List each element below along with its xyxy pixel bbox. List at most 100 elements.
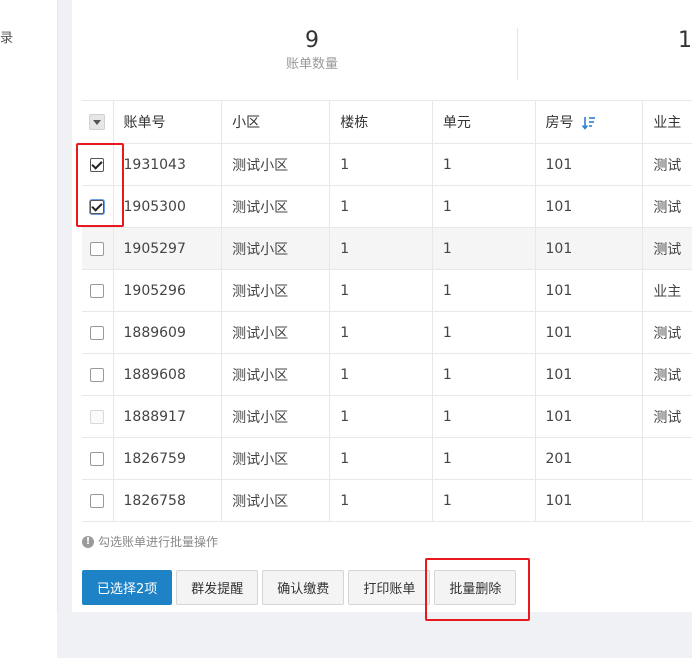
cell-community: 测试小区 [221,269,331,312]
cell-unit: 1 [432,269,536,312]
row-checkbox[interactable] [90,241,105,256]
column-header-owner[interactable]: 业主 [642,100,692,144]
stat-value: 1 [678,28,692,53]
cell-owner: 测试 [642,353,692,396]
cell-building: 1 [329,227,433,270]
row-select-cell [82,395,114,438]
row-checkbox[interactable] [90,367,105,382]
row-select-cell [82,311,114,354]
confirm-payment-button[interactable]: 确认缴费 [262,570,345,605]
batch-delete-button[interactable]: 批量删除 [434,570,517,605]
cell-community: 测试小区 [221,395,331,438]
table-row[interactable]: 1826758 测试小区 1 1 101 [82,479,692,522]
cell-unit: 1 [432,479,536,522]
stat-value: 9 [305,28,319,53]
row-checkbox[interactable] [90,157,105,172]
cell-room: 101 [535,311,644,354]
row-select-cell [82,479,114,522]
cell-building: 1 [329,185,433,228]
cell-owner: 业主 [642,269,692,312]
cell-community: 测试小区 [221,227,331,270]
table-row[interactable]: 1888917 测试小区 1 1 101 测试 [82,395,692,438]
cell-bill-no: 1888917 [113,395,223,438]
row-checkbox[interactable] [90,493,105,508]
cell-building: 1 [329,311,433,354]
selected-count-button[interactable]: 已选择2项 [82,570,173,605]
stat-label: 账单数量 [285,57,338,72]
cell-community: 测试小区 [221,437,331,480]
table-row[interactable]: 1931043 测试小区 1 1 101 测试 [82,143,692,186]
table-row[interactable]: 1905296 测试小区 1 1 101 业主 [82,269,692,312]
cell-room: 101 [535,353,644,396]
cell-owner: 测试 [642,395,692,438]
cell-unit: 1 [432,353,536,396]
row-select-cell [82,143,114,186]
cell-room: 101 [535,269,644,312]
cell-unit: 1 [432,143,536,186]
batch-action-bar: 已选择2项 群发提醒 确认缴费 打印账单 批量删除 [82,570,517,605]
cell-community: 测试小区 [221,353,331,396]
stat-divider [517,28,518,80]
table-header-row: 账单号 小区 楼栋 单元 房号 业主 [82,100,692,144]
stat-second: 1 [678,26,692,56]
column-header-unit[interactable]: 单元 [432,100,536,144]
table-row[interactable]: 1905300 测试小区 1 1 101 测试 [82,185,692,228]
cell-room: 101 [535,479,644,522]
stat-bill-count: 9 账单数量 [262,26,362,74]
cell-building: 1 [329,353,433,396]
cell-room: 101 [535,185,644,228]
cell-building: 1 [329,395,433,438]
row-select-cell [82,185,114,228]
sort-descending-icon[interactable] [581,116,596,130]
row-checkbox[interactable] [90,325,105,340]
column-header-room-label: 房号 [545,115,574,131]
cell-bill-no: 1826758 [113,479,223,522]
cell-room: 101 [535,227,644,270]
table-row[interactable]: 1889609 测试小区 1 1 101 测试 [82,311,692,354]
table-row[interactable]: 1826759 测试小区 1 1 201 [82,437,692,480]
select-all-dropdown[interactable] [89,114,106,130]
bulk-remind-button[interactable]: 群发提醒 [176,570,259,605]
cell-unit: 1 [432,437,536,480]
cell-owner: 测试 [642,185,692,228]
cell-community: 测试小区 [221,185,331,228]
content-panel: 9 账单数量 1 账单号 小区 楼栋 单元 房号 业主 1931043 测试小区… [72,0,692,612]
cell-unit: 1 [432,395,536,438]
info-icon: ! [82,535,94,548]
cell-building: 1 [329,479,433,522]
print-bill-button[interactable]: 打印账单 [348,570,431,605]
cell-bill-no: 1889609 [113,311,223,354]
left-nav: 录 [0,0,58,658]
column-header-bill-no[interactable]: 账单号 [113,100,223,144]
row-checkbox[interactable] [90,199,105,214]
batch-hint: ! 勾选账单进行批量操作 [82,533,218,550]
row-checkbox [90,409,105,424]
row-select-cell [82,269,114,312]
cell-bill-no: 1905296 [113,269,223,312]
cell-room: 101 [535,395,644,438]
table-row[interactable]: 1889608 测试小区 1 1 101 测试 [82,353,692,396]
batch-hint-text: 勾选账单进行批量操作 [98,535,219,549]
cell-building: 1 [329,437,433,480]
cell-room: 101 [535,143,644,186]
cell-room: 201 [535,437,644,480]
table-row[interactable]: 1905297 测试小区 1 1 101 测试 [82,227,692,270]
cell-owner: 测试 [642,311,692,354]
column-header-room[interactable]: 房号 [535,100,644,144]
cell-unit: 1 [432,227,536,270]
cell-community: 测试小区 [221,311,331,354]
cell-community: 测试小区 [221,143,331,186]
column-header-building[interactable]: 楼栋 [329,100,433,144]
select-all-cell [82,100,114,144]
row-select-cell [82,227,114,270]
cell-bill-no: 1889608 [113,353,223,396]
cell-bill-no: 1905297 [113,227,223,270]
cell-owner: 测试 [642,143,692,186]
column-header-community[interactable]: 小区 [221,100,331,144]
row-checkbox[interactable] [90,283,105,298]
page-footer-space [57,612,692,658]
cell-unit: 1 [432,185,536,228]
cell-community: 测试小区 [221,479,331,522]
row-checkbox[interactable] [90,451,105,466]
nav-item-label[interactable]: 录 [0,27,13,46]
